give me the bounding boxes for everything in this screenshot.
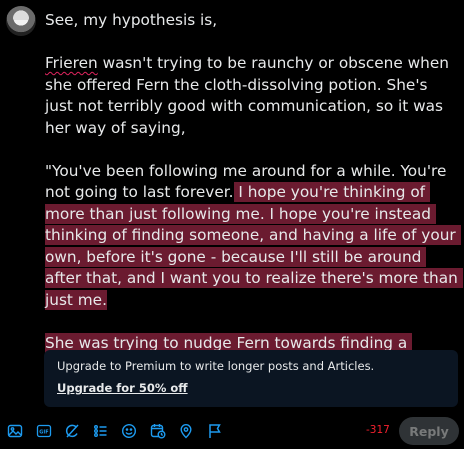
paragraph-text: See, my hypothesis is, [45,11,218,29]
composer-paragraph: Frieren wasn't trying to be raunchy or o… [45,53,459,139]
upgrade-link[interactable]: Upgrade for 50% off [57,381,188,395]
emoji-icon[interactable] [120,422,138,440]
character-count: -317 [366,424,390,436]
image-icon[interactable] [6,422,24,440]
premium-upsell-text: Upgrade to Premium to write longer posts… [57,359,375,373]
post-composer-textarea[interactable]: See, my hypothesis is, Frieren wasn't tr… [45,10,463,397]
list-icon[interactable] [92,422,110,440]
paragraph-text: wasn't trying to be raunchy or obscene w… [45,54,454,137]
reply-button[interactable]: Reply [399,417,459,445]
avatar[interactable] [6,6,36,36]
flag-icon[interactable] [206,422,224,440]
schedule-icon[interactable] [149,422,167,440]
svg-text:GIF: GIF [39,429,48,435]
composer-toolbar: GIF [6,420,234,442]
composer-paragraph: See, my hypothesis is, [45,10,459,32]
gif-icon[interactable]: GIF [35,422,53,440]
composer-paragraph: "You've been following me around for a w… [45,161,463,312]
premium-upsell-box: Upgrade to Premium to write longer posts… [44,350,458,407]
over-limit-text: I hope you're thinking of more than just… [45,182,463,310]
misspelled-word: Frieren [45,54,98,72]
grok-icon[interactable] [63,422,81,440]
location-icon[interactable] [177,422,195,440]
